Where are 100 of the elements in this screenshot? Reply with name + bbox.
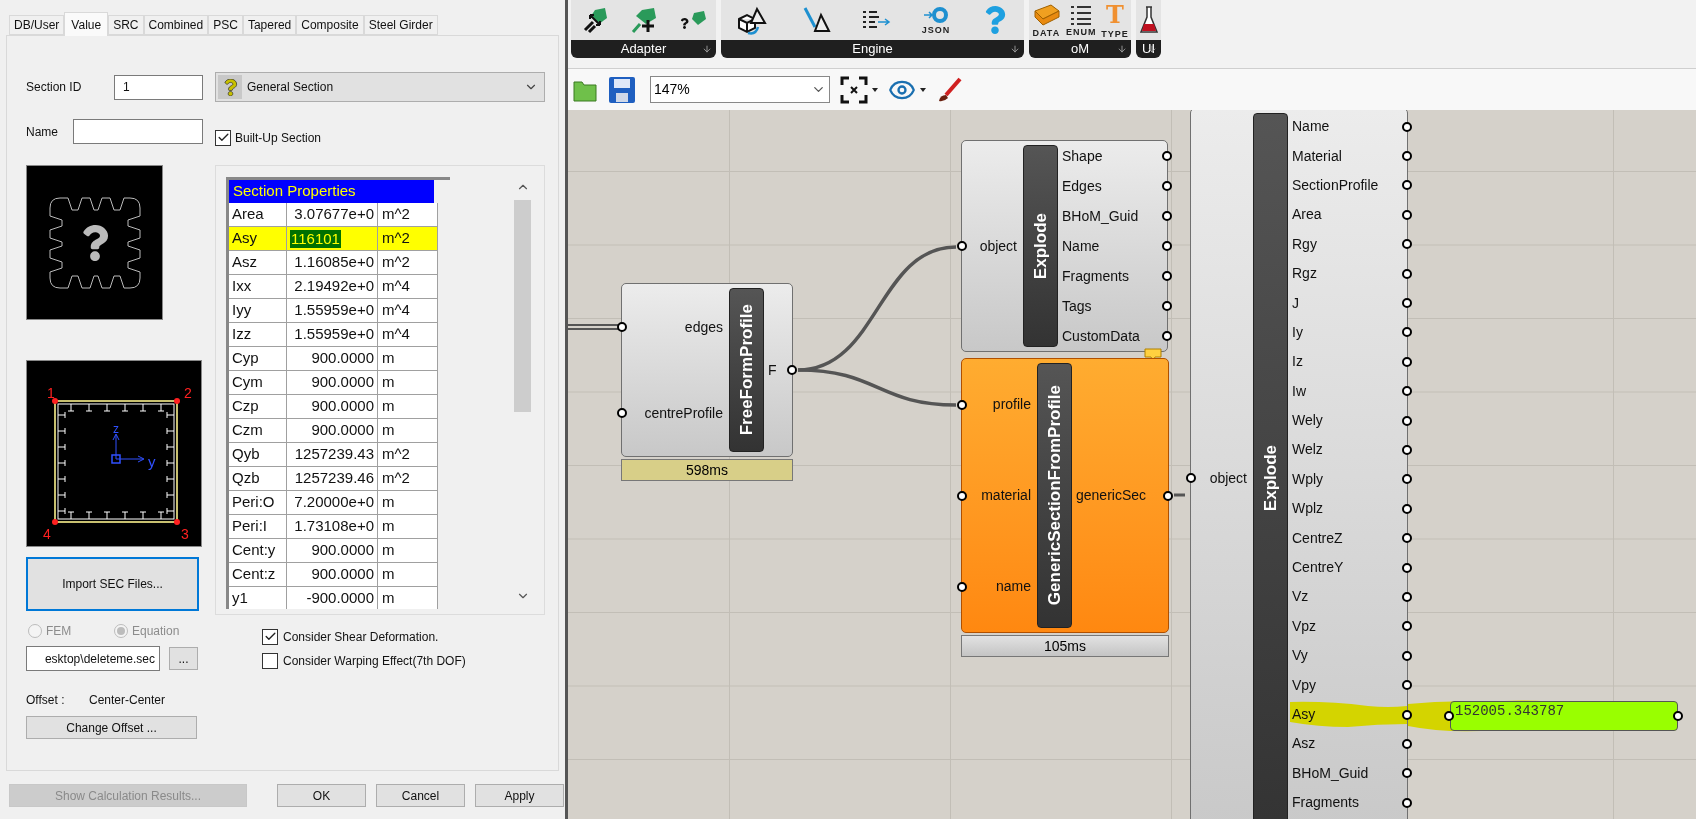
- port-icon[interactable]: [1163, 490, 1173, 501]
- port-icon[interactable]: [1402, 268, 1412, 279]
- port-icon[interactable]: [1162, 181, 1172, 191]
- tab[interactable]: Tapered: [242, 15, 297, 35]
- port-icon[interactable]: [1402, 709, 1412, 720]
- port-icon[interactable]: [1162, 301, 1172, 311]
- tab[interactable]: Value: [64, 12, 109, 36]
- port-icon[interactable]: [1673, 711, 1683, 721]
- node-title-bar[interactable]: Explode: [1023, 145, 1058, 347]
- port-icon[interactable]: [1444, 711, 1454, 721]
- import-button[interactable]: Import SEC Files...: [26, 557, 199, 611]
- caret-icon[interactable]: [920, 87, 926, 92]
- tab[interactable]: DB/User: [9, 15, 65, 35]
- port-icon[interactable]: [1402, 327, 1412, 338]
- port-icon[interactable]: [1402, 533, 1412, 544]
- port-icon[interactable]: [1162, 211, 1172, 221]
- save-icon[interactable]: [608, 75, 636, 104]
- ribbon-group-bar[interactable]: Engine: [721, 40, 1024, 58]
- table-row[interactable]: Czp 900.0000 m: [229, 395, 438, 419]
- port-icon[interactable]: [1162, 271, 1172, 281]
- tab[interactable]: Combined: [143, 15, 209, 35]
- browse-button[interactable]: ...: [169, 647, 198, 670]
- port-icon[interactable]: [1162, 241, 1172, 251]
- port-icon[interactable]: [957, 490, 967, 501]
- tab[interactable]: PSC: [208, 15, 243, 35]
- tab[interactable]: Composite: [296, 15, 364, 35]
- ribbon-group-bar[interactable]: UI: [1136, 40, 1161, 58]
- port-icon[interactable]: [1402, 386, 1412, 397]
- corner-label: 3: [181, 526, 189, 542]
- port-icon[interactable]: [1402, 680, 1412, 691]
- port-icon[interactable]: [1402, 797, 1412, 808]
- output-label: Vy: [1292, 646, 1308, 666]
- port-icon[interactable]: [957, 399, 967, 410]
- port-icon[interactable]: [957, 581, 967, 592]
- table-row[interactable]: Czm 900.0000 m: [229, 419, 438, 443]
- port-icon[interactable]: [1402, 768, 1412, 779]
- table-row[interactable]: Cent:y 900.0000 m: [229, 539, 438, 563]
- table-cell: -900.0000: [287, 587, 378, 609]
- port-icon[interactable]: [1402, 239, 1412, 250]
- port-icon[interactable]: [1162, 151, 1172, 161]
- port-icon[interactable]: [957, 241, 967, 251]
- table-row[interactable]: y1 -900.0000 m: [229, 587, 438, 609]
- port-icon[interactable]: [1402, 151, 1412, 162]
- port-icon[interactable]: [1186, 473, 1196, 483]
- ribbon-group-bar[interactable]: oM: [1029, 40, 1131, 58]
- port-icon[interactable]: [1402, 503, 1412, 514]
- dialog-button[interactable]: Cancel: [376, 784, 465, 807]
- fit-view-icon[interactable]: [840, 75, 868, 104]
- ribbon-group-bar[interactable]: Adapter: [571, 40, 716, 58]
- value-panel[interactable]: 152005.343787: [1450, 701, 1678, 731]
- port-icon[interactable]: [1402, 356, 1412, 367]
- tab[interactable]: Steel Girder: [363, 15, 438, 35]
- port-icon[interactable]: [1162, 331, 1172, 341]
- port-icon[interactable]: [787, 365, 797, 375]
- option-checkbox[interactable]: [262, 652, 278, 669]
- table-row[interactable]: Cent:z 900.0000 m: [229, 563, 438, 587]
- table-row[interactable]: Area 3.07677e+0 m^2: [229, 203, 438, 227]
- port-icon[interactable]: [617, 408, 627, 418]
- change-offset-button[interactable]: Change Offset ...: [26, 716, 197, 739]
- port-icon[interactable]: [1402, 738, 1412, 749]
- port-icon[interactable]: [1402, 121, 1412, 132]
- dialog-button[interactable]: Apply: [475, 784, 564, 807]
- node-title-bar[interactable]: GenericSectionFromProfile: [1037, 363, 1072, 628]
- table-row[interactable]: Peri:O 7.20000e+0 m: [229, 491, 438, 515]
- table-row[interactable]: Iyy 1.55959e+0 m^4: [229, 299, 438, 323]
- port-icon[interactable]: [1402, 562, 1412, 573]
- name-field[interactable]: [73, 119, 203, 144]
- table-row[interactable]: Asz 1.16085e+0 m^2: [229, 251, 438, 275]
- section-id-field[interactable]: 1: [114, 74, 203, 100]
- node-title-bar[interactable]: FreeFormProfile: [729, 288, 764, 452]
- caret-icon[interactable]: [872, 87, 878, 92]
- table-row[interactable]: Qyb 1257239.43 m^2: [229, 443, 438, 467]
- port-icon[interactable]: [1402, 591, 1412, 602]
- table-row[interactable]: Qzb 1257239.46 m^2: [229, 467, 438, 491]
- table-row[interactable]: Izz 1.55959e+0 m^4: [229, 323, 438, 347]
- section-type-dropdown[interactable]: General Section: [215, 72, 545, 102]
- built-up-checkbox[interactable]: [215, 129, 231, 146]
- table-row[interactable]: Ixx 2.19492e+0 m^4: [229, 275, 438, 299]
- port-icon[interactable]: [617, 322, 627, 332]
- icon-caption: ENUM: [1066, 26, 1097, 37]
- port-icon[interactable]: [1402, 474, 1412, 485]
- tab[interactable]: SRC: [108, 15, 144, 35]
- port-icon[interactable]: [1402, 650, 1412, 661]
- dialog-button[interactable]: OK: [277, 784, 366, 807]
- table-row[interactable]: Peri:I 1.73108e+0 m: [229, 515, 438, 539]
- brush-icon[interactable]: [936, 76, 962, 103]
- port-icon[interactable]: [1402, 621, 1412, 632]
- port-icon[interactable]: [1402, 298, 1412, 309]
- canvas[interactable]: [568, 110, 1696, 819]
- table-row[interactable]: Cyp 900.0000 m: [229, 347, 438, 371]
- table-row[interactable]: Asy 116101 m^2: [229, 227, 438, 251]
- file-path-field[interactable]: esktop\deleteme.sec: [26, 646, 160, 671]
- port-icon[interactable]: [1402, 445, 1412, 455]
- port-icon[interactable]: [1402, 180, 1412, 191]
- table-row[interactable]: Cym 900.0000 m: [229, 371, 438, 395]
- port-icon[interactable]: [1402, 415, 1412, 426]
- zoom-dropdown[interactable]: 147%: [650, 76, 830, 103]
- port-icon[interactable]: [1402, 209, 1412, 220]
- option-checkbox[interactable]: [262, 628, 278, 645]
- node-title-bar[interactable]: Explode: [1253, 113, 1288, 819]
